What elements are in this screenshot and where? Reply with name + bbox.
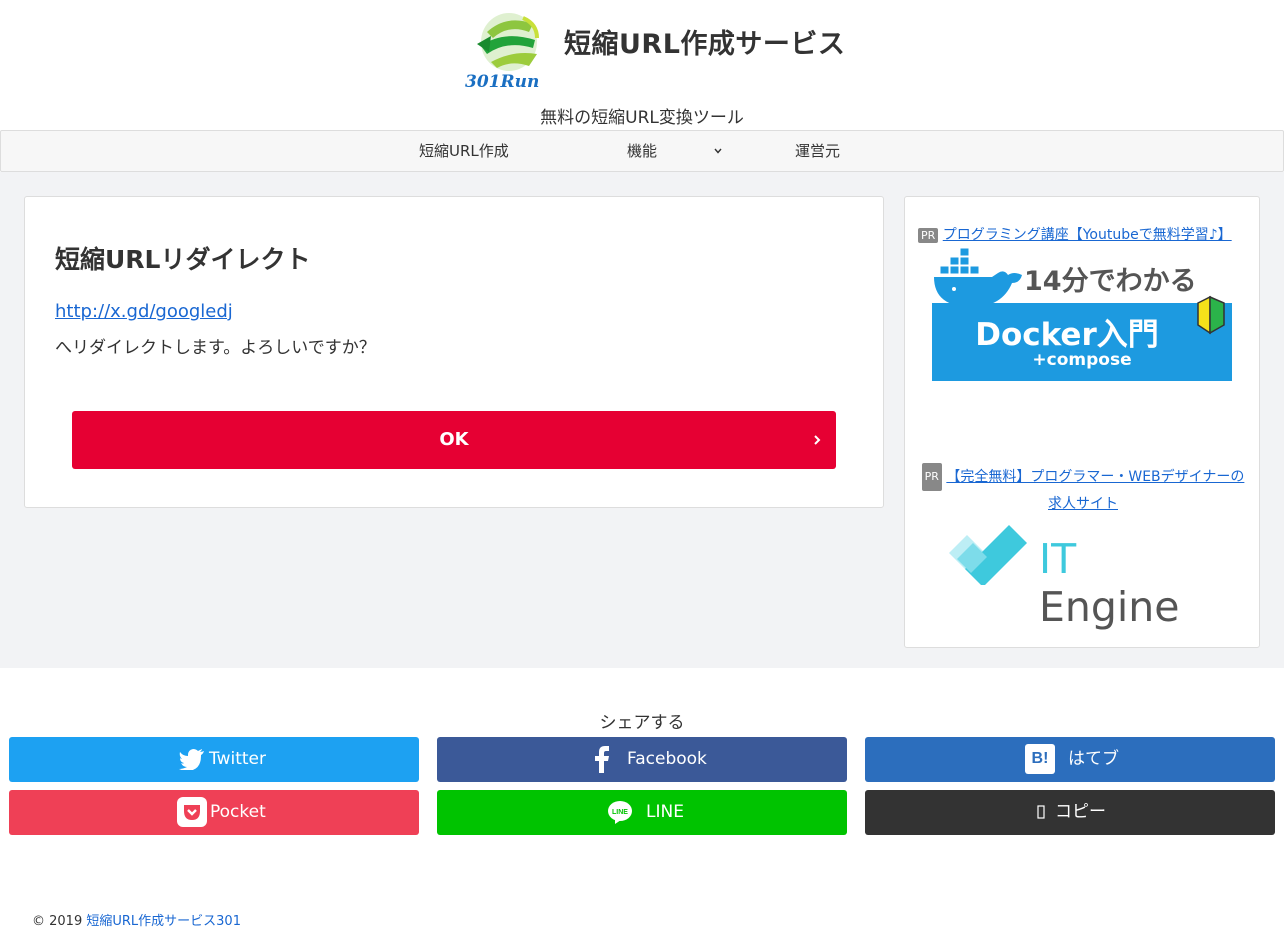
copy-icon <box>1025 796 1057 828</box>
site-tagline: 無料の短縮URL変換ツール <box>540 108 744 128</box>
footer-copyright: © 2019 短縮URL作成サービス301 <box>32 910 241 929</box>
line-icon: LINE <box>604 796 636 828</box>
main-nav: 短縮URL作成 機能 運営元 <box>0 130 1284 172</box>
share-facebook-button[interactable]: Facebook <box>437 737 847 782</box>
share-hatena-button[interactable]: B! はてブ <box>865 737 1275 782</box>
ad-1-heading: PR プログラミング講座【Youtubeで無料学習♪】 <box>918 224 1232 244</box>
twitter-icon <box>176 743 208 775</box>
itengine-it-text: IT <box>1039 535 1077 583</box>
share-pocket-button[interactable]: Pocket <box>9 790 419 835</box>
docker-ad-top-text: 14分でわかる <box>1024 266 1197 297</box>
page-title: 短縮URLリダイレクト <box>55 245 311 274</box>
footer-site-link[interactable]: 短縮URL作成サービス301 <box>86 914 241 929</box>
share-facebook-label: Facebook <box>627 749 707 769</box>
ad-2-link[interactable]: 【完全無料】プログラマー・WEBデザイナーの求人サイト <box>946 469 1244 512</box>
redirect-message: へリダイレクトします。よろしいですか？ <box>55 338 376 358</box>
site-header: 301Run 短縮URL作成サービス 無料の短縮URL変換ツール <box>0 0 1284 130</box>
share-pocket-label: Pocket <box>210 802 266 822</box>
svg-text:LINE: LINE <box>612 809 628 816</box>
itengine-ad-banner[interactable]: IT Engine <box>947 517 1219 631</box>
docker-ad-subtitle: +compose <box>1032 350 1132 370</box>
pocket-icon <box>177 797 207 827</box>
share-copy-label: コピー <box>1055 802 1106 822</box>
share-twitter-button[interactable]: Twitter <box>9 737 419 782</box>
content-area: 短縮URLリダイレクト http://x.gd/googledj へリダイレクト… <box>0 172 1284 668</box>
nav-item-features[interactable]: 機能 <box>627 131 727 171</box>
ad-2-heading: PR 【完全無料】プログラマー・WEBデザイナーの求人サイト <box>915 463 1251 517</box>
ad-1-link[interactable]: プログラミング講座【Youtubeで無料学習♪】 <box>943 227 1232 243</box>
ok-button[interactable]: OK <box>72 411 836 469</box>
pr-badge: PR <box>921 463 942 491</box>
itengine-engine-text: Engine <box>1039 583 1180 631</box>
sidebar-ads: PR プログラミング講座【Youtubeで無料学習♪】 14分でわかる Dock… <box>904 196 1260 648</box>
pr-badge: PR <box>918 227 939 243</box>
chevron-down-icon <box>713 131 723 171</box>
docker-ad-title: Docker入門 <box>975 317 1159 353</box>
hatena-icon: B! <box>1025 744 1055 774</box>
ok-button-label: OK <box>439 429 469 450</box>
share-copy-button[interactable]: コピー <box>865 790 1275 835</box>
redirect-url-link[interactable]: http://x.gd/googledj <box>55 301 233 322</box>
itengine-logo-icon <box>949 525 1027 585</box>
logo-text: 301Run <box>465 72 540 92</box>
share-hatena-label: はてブ <box>1068 749 1119 769</box>
docker-ad-banner[interactable]: 14分でわかる Docker入門 +compose <box>932 245 1232 381</box>
share-title: シェアする <box>599 713 685 733</box>
redirect-card: 短縮URLリダイレクト http://x.gd/googledj へリダイレクト… <box>24 196 884 508</box>
beginner-mark-icon <box>1197 295 1225 335</box>
share-line-label: LINE <box>646 802 684 822</box>
nav-item-create[interactable]: 短縮URL作成 <box>419 131 509 171</box>
itengine-wordmark: IT Engine <box>1039 535 1219 631</box>
site-title[interactable]: 短縮URL作成サービス <box>564 22 845 61</box>
nav-item-features-label: 機能 <box>627 142 658 160</box>
share-line-button[interactable]: LINE LINE <box>437 790 847 835</box>
copyright-text: © 2019 <box>32 914 83 929</box>
chevron-right-icon <box>812 411 822 469</box>
share-twitter-label: Twitter <box>209 749 266 769</box>
facebook-icon <box>586 743 618 775</box>
site-logo[interactable]: 301Run <box>463 10 553 94</box>
nav-item-operator[interactable]: 運営元 <box>795 131 840 171</box>
